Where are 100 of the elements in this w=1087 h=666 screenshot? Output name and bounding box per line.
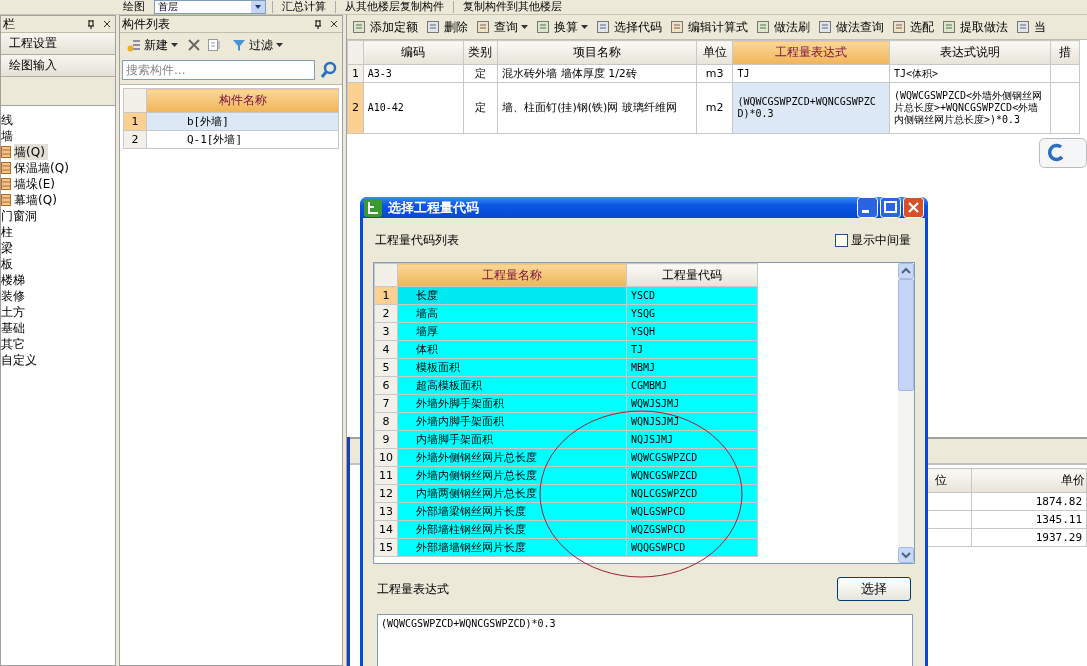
search-field[interactable]: 搜索构件... [122, 60, 315, 80]
column-header[interactable]: 表达式说明 [889, 40, 1051, 65]
nav-button[interactable]: 工程设置 [1, 33, 115, 55]
table-cell[interactable]: 定 [463, 64, 498, 83]
checkbox[interactable] [835, 233, 848, 247]
row-number: 2 [347, 82, 364, 134]
filter-button[interactable]: 过滤 [229, 36, 286, 54]
column-header[interactable]: 工程量代码 [626, 263, 758, 287]
table-cell[interactable]: 墙、柱面钉(挂)钢(铁)网 玻璃纤维网 [497, 82, 697, 134]
scroll-up-icon[interactable] [898, 263, 914, 279]
toolbar-button[interactable]: 删除 [423, 18, 471, 36]
column-header[interactable]: 单价 [971, 468, 1087, 493]
table-cell: 1874.82 [971, 492, 1087, 511]
table-cell[interactable] [1050, 82, 1080, 134]
close-icon[interactable] [103, 20, 111, 28]
floor-dropdown[interactable]: 首层 [154, 0, 266, 14]
document-icon [756, 20, 771, 34]
tree-item[interactable]: 自定义 [1, 352, 40, 368]
new-button[interactable]: 新建 [124, 36, 181, 54]
caret-icon [276, 42, 283, 48]
table-cell[interactable]: m3 [696, 64, 733, 83]
copy-icon[interactable] [207, 38, 223, 52]
tree-item[interactable]: 楼梯 [1, 272, 28, 288]
tree-item[interactable]: 幕墙(Q) [14, 192, 60, 208]
tree-item[interactable]: 梁 [1, 240, 16, 256]
checkbox-label[interactable]: 显示中间量 [851, 231, 911, 249]
wall-icon [1, 194, 11, 206]
tree-item[interactable]: 保温墙(Q) [14, 160, 72, 176]
tree-item[interactable]: 其它 [1, 336, 28, 352]
pin-icon[interactable] [87, 19, 95, 29]
close-icon[interactable] [330, 20, 338, 28]
nav-button[interactable]: 绘图输入 [1, 55, 115, 77]
maximize-button[interactable] [880, 197, 901, 218]
panel-title: 构件列表 [122, 15, 170, 33]
tree-item[interactable]: 线 [1, 112, 16, 128]
column-header[interactable]: 单位 [696, 40, 733, 65]
tree-item[interactable]: 墙(Q) [14, 144, 48, 160]
toolbar-button[interactable]: 复制构件到其他楼层 [460, 1, 565, 13]
scroll-down-icon[interactable] [898, 547, 914, 563]
column-header[interactable]: 编码 [363, 40, 463, 65]
toolbar-button[interactable]: 做法查询 [815, 18, 887, 36]
filter-icon [232, 38, 246, 52]
table-cell[interactable]: A3-3 [363, 64, 463, 83]
caret-icon [581, 24, 588, 30]
wall-icon [1, 162, 11, 174]
logo-button[interactable] [1039, 138, 1087, 168]
column-header[interactable]: 项目名称 [497, 40, 697, 65]
table-cell[interactable]: (WQWCGSWPZCD<外墙外侧钢丝网片总长度>+WQNCGSWPZCD<外墙内侧钢丝网片总长度>)*0.3 [889, 82, 1051, 134]
document-icon [426, 20, 441, 34]
toolbar-button[interactable]: 从其他楼层复制构件 [342, 1, 447, 13]
toolbar-button[interactable]: 编辑计算式 [667, 18, 751, 36]
tree-item[interactable]: 装修 [1, 288, 28, 304]
tree-item[interactable]: 墙 [1, 128, 16, 144]
toolbar-button[interactable]: 当 [1013, 18, 1049, 36]
tree-item[interactable]: 基础 [1, 320, 28, 336]
toolbar-button[interactable]: 做法刷 [753, 18, 813, 36]
select-button[interactable]: 选择 [837, 577, 911, 601]
panel-title: 栏 [3, 15, 15, 33]
toolbar-button[interactable]: 汇总计算 [279, 1, 329, 13]
document-icon [818, 20, 833, 34]
toolbar-button[interactable]: 添加定额 [349, 18, 421, 36]
table-cell[interactable]: TJ [732, 64, 890, 83]
toolbar-button[interactable]: 选配 [889, 18, 937, 36]
toolbar-button[interactable]: 选择代码 [593, 18, 665, 36]
document-icon [942, 20, 957, 34]
column-header[interactable]: 构件名称 [146, 88, 339, 113]
tree-item[interactable]: 柱 [1, 224, 16, 240]
document-icon [476, 20, 491, 34]
column-header[interactable]: 类别 [463, 40, 498, 65]
table-cell[interactable]: Q-1[外墙] [146, 130, 339, 149]
document-icon [1016, 20, 1031, 34]
tree-item[interactable]: 板 [1, 256, 16, 272]
table-cell[interactable]: TJ<体积> [889, 64, 1051, 83]
table-cell[interactable]: A10-42 [363, 82, 463, 134]
table-cell[interactable]: 定 [463, 82, 498, 134]
pin-icon[interactable] [314, 19, 322, 29]
table-cell: 1345.11 [971, 510, 1087, 529]
minimize-button[interactable] [857, 197, 878, 218]
toolbar-button[interactable]: 查询 [473, 18, 531, 36]
toolbar-button[interactable]: 换算 [533, 18, 591, 36]
tree-item[interactable]: 土方 [1, 304, 28, 320]
new-icon [127, 38, 141, 52]
table-cell[interactable]: m2 [696, 82, 733, 134]
toolbar-button[interactable]: 绘图 [120, 1, 148, 13]
tree-item[interactable]: 门窗洞 [1, 208, 40, 224]
document-icon [596, 20, 611, 34]
column-header[interactable]: 工程量名称 [397, 263, 627, 287]
tree-item[interactable]: 墙垛(E) [14, 176, 58, 192]
column-header[interactable]: 工程量表达式 [732, 40, 890, 65]
toolbar-button[interactable]: 提取做法 [939, 18, 1011, 36]
expression-field[interactable]: (WQWCGSWPZCD+WQNCGSWPZCD)*0.3 [377, 614, 913, 666]
delete-icon[interactable] [187, 38, 201, 52]
document-icon [670, 20, 685, 34]
table-cell[interactable] [1050, 64, 1080, 83]
table-cell[interactable]: 混水砖外墙 墙体厚度 1/2砖 [497, 64, 697, 83]
caret-icon [171, 42, 178, 48]
column-header[interactable]: 措 [1050, 40, 1080, 65]
table-cell[interactable]: (WQWCGSWPZCD+WQNCGSWPZCD)*0.3 [732, 82, 890, 134]
scrollbar[interactable] [898, 263, 914, 563]
close-button[interactable] [903, 197, 924, 218]
